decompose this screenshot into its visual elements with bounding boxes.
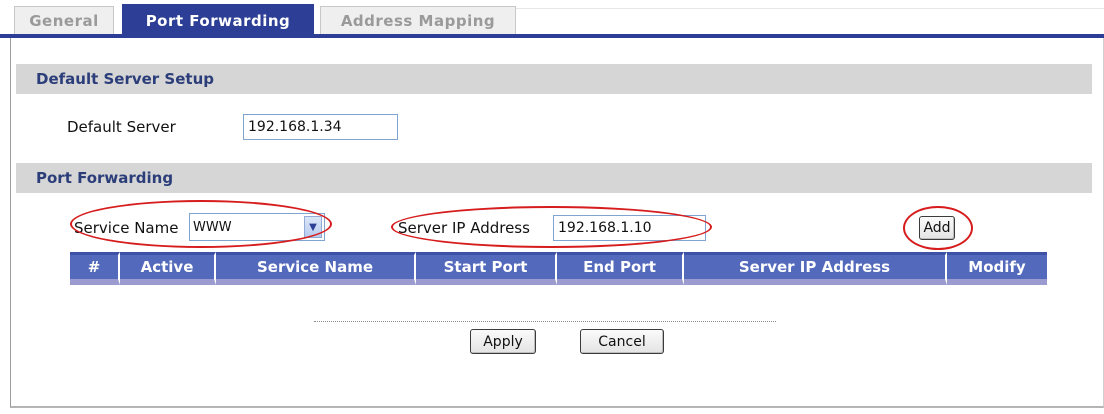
service-name-select[interactable]: WWW ▼: [189, 213, 325, 241]
tab-address-mapping[interactable]: Address Mapping: [320, 6, 516, 34]
chevron-down-icon[interactable]: ▼: [304, 216, 322, 238]
default-server-label: Default Server: [67, 118, 176, 136]
section-title: Default Server Setup: [36, 70, 214, 88]
section-header-default-server: Default Server Setup: [16, 64, 1092, 94]
tab-strip: General Port Forwarding Address Mapping: [0, 0, 1104, 40]
section-header-port-forwarding: Port Forwarding: [16, 163, 1092, 193]
server-ip-label: Server IP Address: [398, 219, 530, 237]
column-header-active: Active: [120, 252, 216, 285]
default-server-input[interactable]: [243, 114, 398, 140]
column-header-start-port: Start Port: [416, 252, 557, 285]
server-ip-input[interactable]: [553, 215, 706, 241]
column-header-end-port: End Port: [557, 252, 684, 285]
tab-port-forwarding[interactable]: Port Forwarding: [122, 4, 314, 36]
apply-button[interactable]: Apply: [470, 329, 536, 354]
column-header-service-name: Service Name: [216, 252, 416, 285]
cancel-button[interactable]: Cancel: [580, 329, 664, 354]
column-header-number: #: [70, 252, 120, 285]
column-header-server-ip: Server IP Address: [684, 252, 947, 285]
tab-strip-filler: [516, 8, 1104, 34]
service-name-label: Service Name: [74, 219, 179, 237]
column-header-modify: Modify: [947, 252, 1047, 285]
port-forwarding-table-header: # Active Service Name Start Port End Por…: [70, 252, 1047, 285]
service-name-selected-value: WWW: [193, 219, 232, 235]
divider: [314, 321, 776, 322]
add-button[interactable]: Add: [919, 216, 955, 240]
section-title: Port Forwarding: [36, 169, 174, 187]
tab-general[interactable]: General: [14, 6, 114, 34]
